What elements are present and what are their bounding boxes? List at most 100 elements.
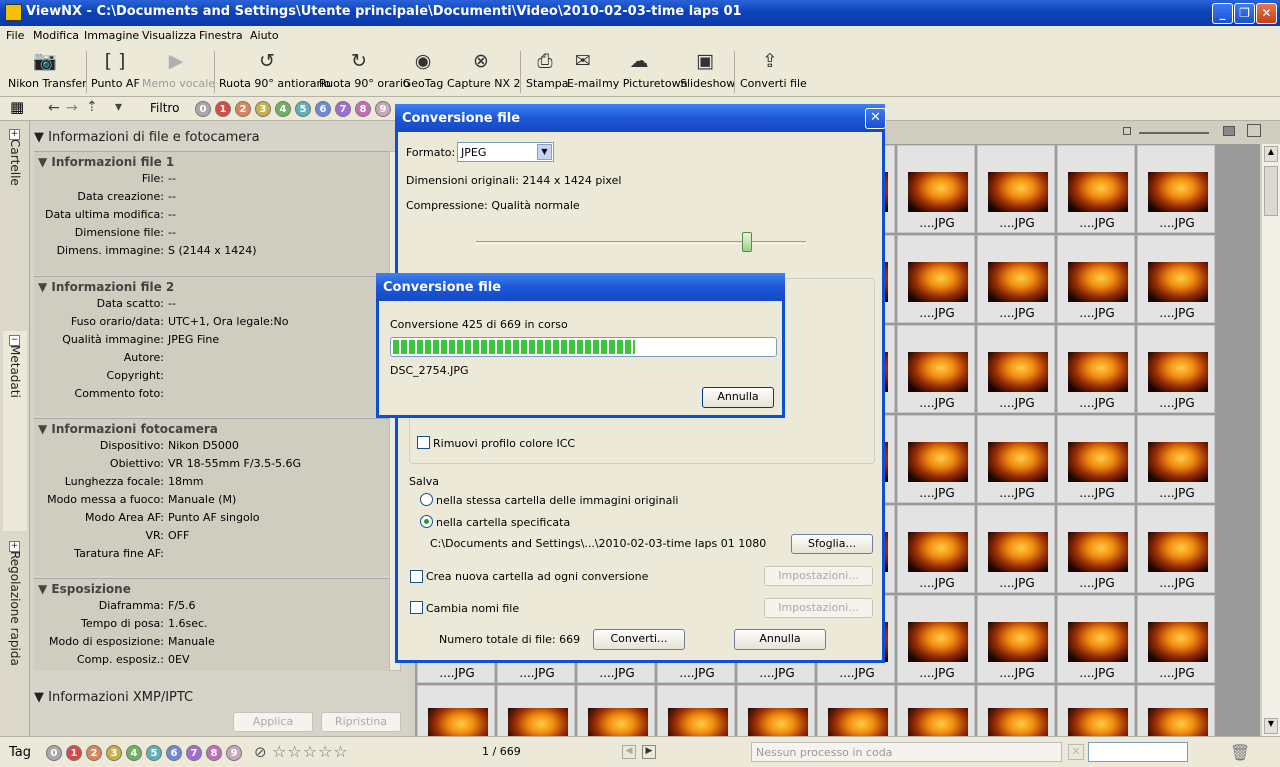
slideshow-button[interactable]: ▣ Slideshow xyxy=(680,49,735,90)
folder-dropdown-icon[interactable]: ▾ xyxy=(115,99,122,115)
convert-cancel-button[interactable]: Annulla xyxy=(734,629,826,650)
thumbnail[interactable]: ....JPG xyxy=(1057,145,1135,233)
geotag-button[interactable]: ◉ GeoTag xyxy=(402,49,444,90)
thumbnail[interactable]: ....JPG xyxy=(897,505,975,593)
thumbnail[interactable]: ....JPG xyxy=(977,595,1055,683)
process-queue[interactable]: Nessun processo in coda xyxy=(751,742,1062,762)
save-specified-radio[interactable] xyxy=(420,515,433,528)
browse-button[interactable]: Sfoglia... xyxy=(791,534,873,554)
label-3-button[interactable]: 3 xyxy=(255,101,271,117)
thumbnail[interactable]: ....JPG xyxy=(577,685,655,736)
close-button[interactable]: ✕ xyxy=(1256,3,1277,24)
thumbnail[interactable]: ....JPG xyxy=(1057,235,1135,323)
no-rating-icon[interactable]: ⊘ xyxy=(254,743,267,761)
thumbnail[interactable]: ....JPG xyxy=(817,685,895,736)
thumbnail[interactable]: ....JPG xyxy=(1057,325,1135,413)
thumbnail[interactable]: ....JPG xyxy=(977,235,1055,323)
thumbnail[interactable]: ....JPG xyxy=(897,145,975,233)
label-9-button[interactable]: 9 xyxy=(226,745,242,761)
tab-regolazione-rapida[interactable]: + Regolazione rapida xyxy=(3,537,27,737)
thumbnail[interactable]: ....JPG xyxy=(1137,235,1215,323)
label-5-button[interactable]: 5 xyxy=(295,101,311,117)
maximize-button[interactable]: ❐ xyxy=(1234,3,1255,24)
menu-modifica[interactable]: Modifica xyxy=(33,29,79,42)
thumbnail[interactable]: ....JPG xyxy=(1057,595,1135,683)
convert-dialog-close-button[interactable]: ✕ xyxy=(865,108,886,129)
label-6-button[interactable]: 6 xyxy=(315,101,331,117)
trash-icon[interactable]: 🗑 xyxy=(1230,743,1250,762)
compression-slider-track[interactable] xyxy=(476,241,806,244)
thumbnail[interactable]: ....JPG xyxy=(977,415,1055,503)
minimize-button[interactable]: _ xyxy=(1212,3,1233,24)
next-image-icon[interactable]: ▶ xyxy=(642,745,656,759)
thumbnail[interactable]: ....JPG xyxy=(897,595,975,683)
label-3-button[interactable]: 3 xyxy=(106,745,122,761)
thumbnail[interactable]: ....JPG xyxy=(1137,145,1215,233)
thumbnail[interactable]: ....JPG xyxy=(657,685,735,736)
exposure-title[interactable]: ▼ Esposizione xyxy=(38,582,131,596)
forward-arrow-icon[interactable]: → xyxy=(66,100,78,116)
cancel-queue-icon[interactable]: ✕ xyxy=(1068,744,1084,760)
thumbnail[interactable]: ....JPG xyxy=(1057,505,1135,593)
label-0-button[interactable]: 0 xyxy=(195,101,211,117)
tab-cartelle[interactable]: + Cartelle xyxy=(3,125,27,325)
search-input[interactable] xyxy=(1088,742,1188,762)
thumb-size-slider[interactable] xyxy=(1139,132,1209,134)
menu-finestra[interactable]: Finestra xyxy=(199,29,243,42)
remove-icc-checkbox[interactable] xyxy=(417,436,430,449)
menu-file[interactable]: File xyxy=(6,29,24,42)
label-6-button[interactable]: 6 xyxy=(166,745,182,761)
thumbnail[interactable]: ....JPG xyxy=(737,685,815,736)
format-select[interactable]: JPEG ▼ xyxy=(457,142,554,162)
thumbnail[interactable]: ....JPG xyxy=(977,145,1055,233)
panel-layout-icon[interactable] xyxy=(1247,124,1261,137)
thumbnail[interactable]: ....JPG xyxy=(417,685,495,736)
thumbnail[interactable]: ....JPG xyxy=(1137,325,1215,413)
xmp-iptc-header[interactable]: ▼ Informazioni XMP/IPTC xyxy=(34,690,193,705)
thumbnail[interactable]: ....JPG xyxy=(897,235,975,323)
menu-visualizza[interactable]: Visualizza xyxy=(142,29,196,42)
convert-file-button[interactable]: ⇪ Converti file xyxy=(740,49,807,90)
menu-aiuto[interactable]: Aiuto xyxy=(250,29,279,42)
rename-settings-button[interactable]: Impostazioni... xyxy=(764,598,873,618)
rotate-cw-button[interactable]: ↻ Ruota 90° orario xyxy=(319,49,410,90)
thumbnail[interactable]: ....JPG xyxy=(1137,685,1215,736)
label-1-button[interactable]: 1 xyxy=(66,745,82,761)
label-0-button[interactable]: 0 xyxy=(46,745,62,761)
prev-image-icon[interactable]: ◀ xyxy=(622,745,636,759)
label-2-button[interactable]: 2 xyxy=(86,745,102,761)
label-9-button[interactable]: 9 xyxy=(375,101,391,117)
compression-slider-thumb[interactable] xyxy=(741,232,752,252)
rating-stars[interactable]: ☆☆☆☆☆ xyxy=(272,742,349,761)
camera-info-title[interactable]: ▼ Informazioni fotocamera xyxy=(38,422,218,436)
thumbnail[interactable]: ....JPG xyxy=(1137,595,1215,683)
thumbnail[interactable]: ....JPG xyxy=(497,685,575,736)
thumbnail[interactable]: ....JPG xyxy=(1137,415,1215,503)
voice-memo-button[interactable]: ▶ Memo vocale xyxy=(142,49,215,90)
progress-cancel-button[interactable]: Annulla xyxy=(702,387,774,408)
rotate-ccw-button[interactable]: ↺ Ruota 90° antiorario xyxy=(219,49,331,90)
thumbnail[interactable]: ....JPG xyxy=(977,505,1055,593)
label-7-button[interactable]: 7 xyxy=(186,745,202,761)
thumbnail[interactable]: ....JPG xyxy=(977,685,1055,736)
tab-metadati[interactable]: − Metadati xyxy=(3,331,27,531)
folder-up-icon[interactable]: ⇡ xyxy=(86,99,98,115)
file-info-2-title[interactable]: ▼ Informazioni file 2 xyxy=(38,280,174,294)
back-arrow-icon[interactable]: ← xyxy=(48,100,60,116)
file-camera-info-header[interactable]: ▼ Informazioni di file e fotocamera xyxy=(34,130,260,145)
reset-button[interactable]: Ripristina xyxy=(321,712,401,732)
label-2-button[interactable]: 2 xyxy=(235,101,251,117)
af-point-button[interactable]: [ ] Punto AF xyxy=(91,49,140,90)
thumbnail[interactable]: ....JPG xyxy=(897,325,975,413)
label-5-button[interactable]: 5 xyxy=(146,745,162,761)
picturetown-button[interactable]: ☁ my Picturetown xyxy=(602,49,688,90)
label-4-button[interactable]: 4 xyxy=(275,101,291,117)
new-folder-settings-button[interactable]: Impostazioni... xyxy=(764,566,873,586)
label-7-button[interactable]: 7 xyxy=(335,101,351,117)
capture-nx-button[interactable]: ⊗ Capture NX 2 xyxy=(447,49,521,90)
email-button[interactable]: ✉ E-mail xyxy=(567,49,602,90)
thumbnail[interactable]: ....JPG xyxy=(897,415,975,503)
apply-button[interactable]: Applica xyxy=(233,712,313,732)
grid-scrollbar[interactable]: ▲ ▼ xyxy=(1261,144,1280,736)
convert-button[interactable]: Converti... xyxy=(593,629,685,650)
